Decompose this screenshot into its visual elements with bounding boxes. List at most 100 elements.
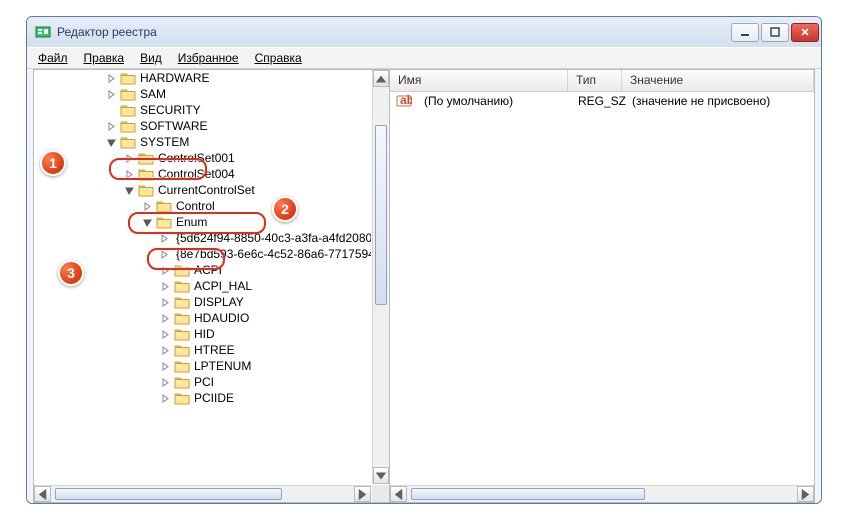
tree-item[interactable]: SYSTEM	[34, 134, 371, 150]
expand-icon[interactable]	[160, 345, 171, 356]
hscroll-thumb[interactable]	[411, 488, 645, 500]
tree-item-label: LPTENUM	[194, 359, 251, 373]
expand-icon[interactable]	[160, 393, 171, 404]
expand-icon[interactable]	[160, 377, 171, 388]
menu-favorites[interactable]: Избранное	[171, 50, 246, 66]
titlebar[interactable]: Редактор реестра	[27, 17, 821, 47]
folder-icon	[138, 167, 154, 181]
tree-item[interactable]: HTREE	[34, 342, 371, 358]
folder-icon	[174, 295, 190, 309]
expand-icon[interactable]	[160, 233, 169, 244]
tree-item[interactable]: SAM	[34, 86, 371, 102]
collapse-icon[interactable]	[142, 217, 153, 228]
tree-item[interactable]: ACPI	[34, 262, 371, 278]
scroll-thumb[interactable]	[375, 125, 387, 305]
scroll-up-button[interactable]	[373, 70, 389, 87]
menu-edit[interactable]: Правка	[77, 50, 132, 66]
expand-icon[interactable]	[124, 153, 135, 164]
minimize-button[interactable]	[731, 23, 759, 42]
menu-view[interactable]: Вид	[133, 50, 169, 66]
tree-item[interactable]: Enum	[34, 214, 371, 230]
expand-icon[interactable]	[160, 297, 171, 308]
column-type[interactable]: Тип	[568, 70, 622, 91]
tree-item[interactable]: ACPI_HAL	[34, 278, 371, 294]
menu-file[interactable]: Файл	[31, 50, 75, 66]
folder-icon	[156, 215, 172, 229]
tree-item-label: HID	[194, 327, 215, 341]
expand-icon[interactable]	[160, 329, 171, 340]
folder-icon	[138, 183, 154, 197]
tree-item[interactable]: CurrentControlSet	[34, 182, 371, 198]
column-name[interactable]: Имя	[390, 70, 568, 91]
tree-item[interactable]: HID	[34, 326, 371, 342]
folder-icon	[174, 263, 190, 277]
tree-item[interactable]: SECURITY	[34, 102, 371, 118]
list-header[interactable]: Имя Тип Значение	[390, 70, 814, 92]
expand-icon[interactable]	[160, 249, 169, 260]
regedit-window: Редактор реестра Файл Правка Вид Избранн…	[26, 16, 822, 504]
regedit-icon	[35, 24, 51, 40]
expand-icon[interactable]	[106, 89, 117, 100]
tree-item-label: ACPI	[194, 263, 222, 277]
tree-item[interactable]: PCIIDE	[34, 390, 371, 406]
tree-item-label: HTREE	[194, 343, 235, 357]
tree-item[interactable]: Control	[34, 198, 371, 214]
folder-icon	[174, 343, 190, 357]
tree-item[interactable]: HARDWARE	[34, 70, 371, 86]
scroll-right-button[interactable]	[354, 486, 371, 502]
tree-item[interactable]: SOFTWARE	[34, 118, 371, 134]
tree-item-label: Control	[176, 199, 215, 213]
tree-item-label: ControlSet001	[158, 151, 235, 165]
list-row[interactable]: ab (По умолчанию) REG_SZ (значение не пр…	[390, 92, 814, 110]
expand-icon[interactable]	[160, 281, 171, 292]
callout-1: 1	[40, 150, 66, 176]
tree-item-label: SECURITY	[140, 103, 201, 117]
scroll-right-button[interactable]	[797, 486, 814, 502]
expand-icon[interactable]	[160, 361, 171, 372]
string-value-icon: ab	[396, 93, 412, 109]
close-button[interactable]	[791, 23, 819, 42]
horizontal-scrollbar[interactable]	[34, 485, 371, 502]
list-horizontal-scrollbar[interactable]	[390, 485, 814, 502]
expand-icon[interactable]	[106, 73, 117, 84]
expand-icon[interactable]	[106, 121, 117, 132]
tree-item[interactable]: LPTENUM	[34, 358, 371, 374]
scroll-down-button[interactable]	[373, 467, 389, 484]
tree-pane: HARDWARE SAM SECURITYSOFTWARESYSTEM Control…	[34, 70, 390, 502]
tree-item[interactable]: {8e7bd593-6e6c-4c52-86a6-7717594	[34, 246, 371, 262]
tree-item-label: ACPI_HAL	[194, 279, 252, 293]
tree-item[interactable]: DISPLAY	[34, 294, 371, 310]
folder-icon	[174, 391, 190, 405]
collapse-icon[interactable]	[106, 137, 117, 148]
expand-icon[interactable]	[142, 201, 153, 212]
collapse-icon[interactable]	[124, 185, 135, 196]
vertical-scrollbar[interactable]	[372, 70, 389, 484]
tree-item-label: PCIIDE	[194, 391, 234, 405]
tree-item[interactable]: ControlSet004	[34, 166, 371, 182]
client-area: HARDWARE SAM SECURITYSOFTWARESYSTEM Control…	[33, 69, 815, 503]
scroll-left-button[interactable]	[390, 486, 407, 502]
scroll-corner	[372, 485, 389, 502]
column-value[interactable]: Значение	[622, 70, 814, 91]
tree-item-label: SAM	[140, 87, 166, 101]
scroll-left-button[interactable]	[34, 486, 51, 502]
expand-icon[interactable]	[160, 313, 171, 324]
tree-item-label: ControlSet004	[158, 167, 235, 181]
tree-item-label: {8e7bd593-6e6c-4c52-86a6-7717594	[176, 247, 371, 261]
tree-item-label: CurrentControlSet	[158, 183, 255, 197]
tree-view[interactable]: HARDWARE SAM SECURITYSOFTWARESYSTEM Control…	[34, 70, 371, 484]
expand-icon[interactable]	[124, 169, 135, 180]
tree-item[interactable]: {5d624f94-8850-40c3-a3fa-a4fd2080	[34, 230, 371, 246]
tree-item[interactable]: ControlSet001	[34, 150, 371, 166]
tree-item[interactable]: HDAUDIO	[34, 310, 371, 326]
folder-icon	[174, 375, 190, 389]
tree-item-label: HDAUDIO	[194, 311, 249, 325]
folder-icon	[120, 71, 136, 85]
maximize-button[interactable]	[761, 23, 789, 42]
expand-icon[interactable]	[160, 265, 171, 276]
tree-item[interactable]: PCI	[34, 374, 371, 390]
hscroll-thumb[interactable]	[55, 488, 282, 500]
tree-item-label: SYSTEM	[140, 135, 189, 149]
menu-help[interactable]: Справка	[248, 50, 309, 66]
tree-item-label: HARDWARE	[140, 71, 210, 85]
